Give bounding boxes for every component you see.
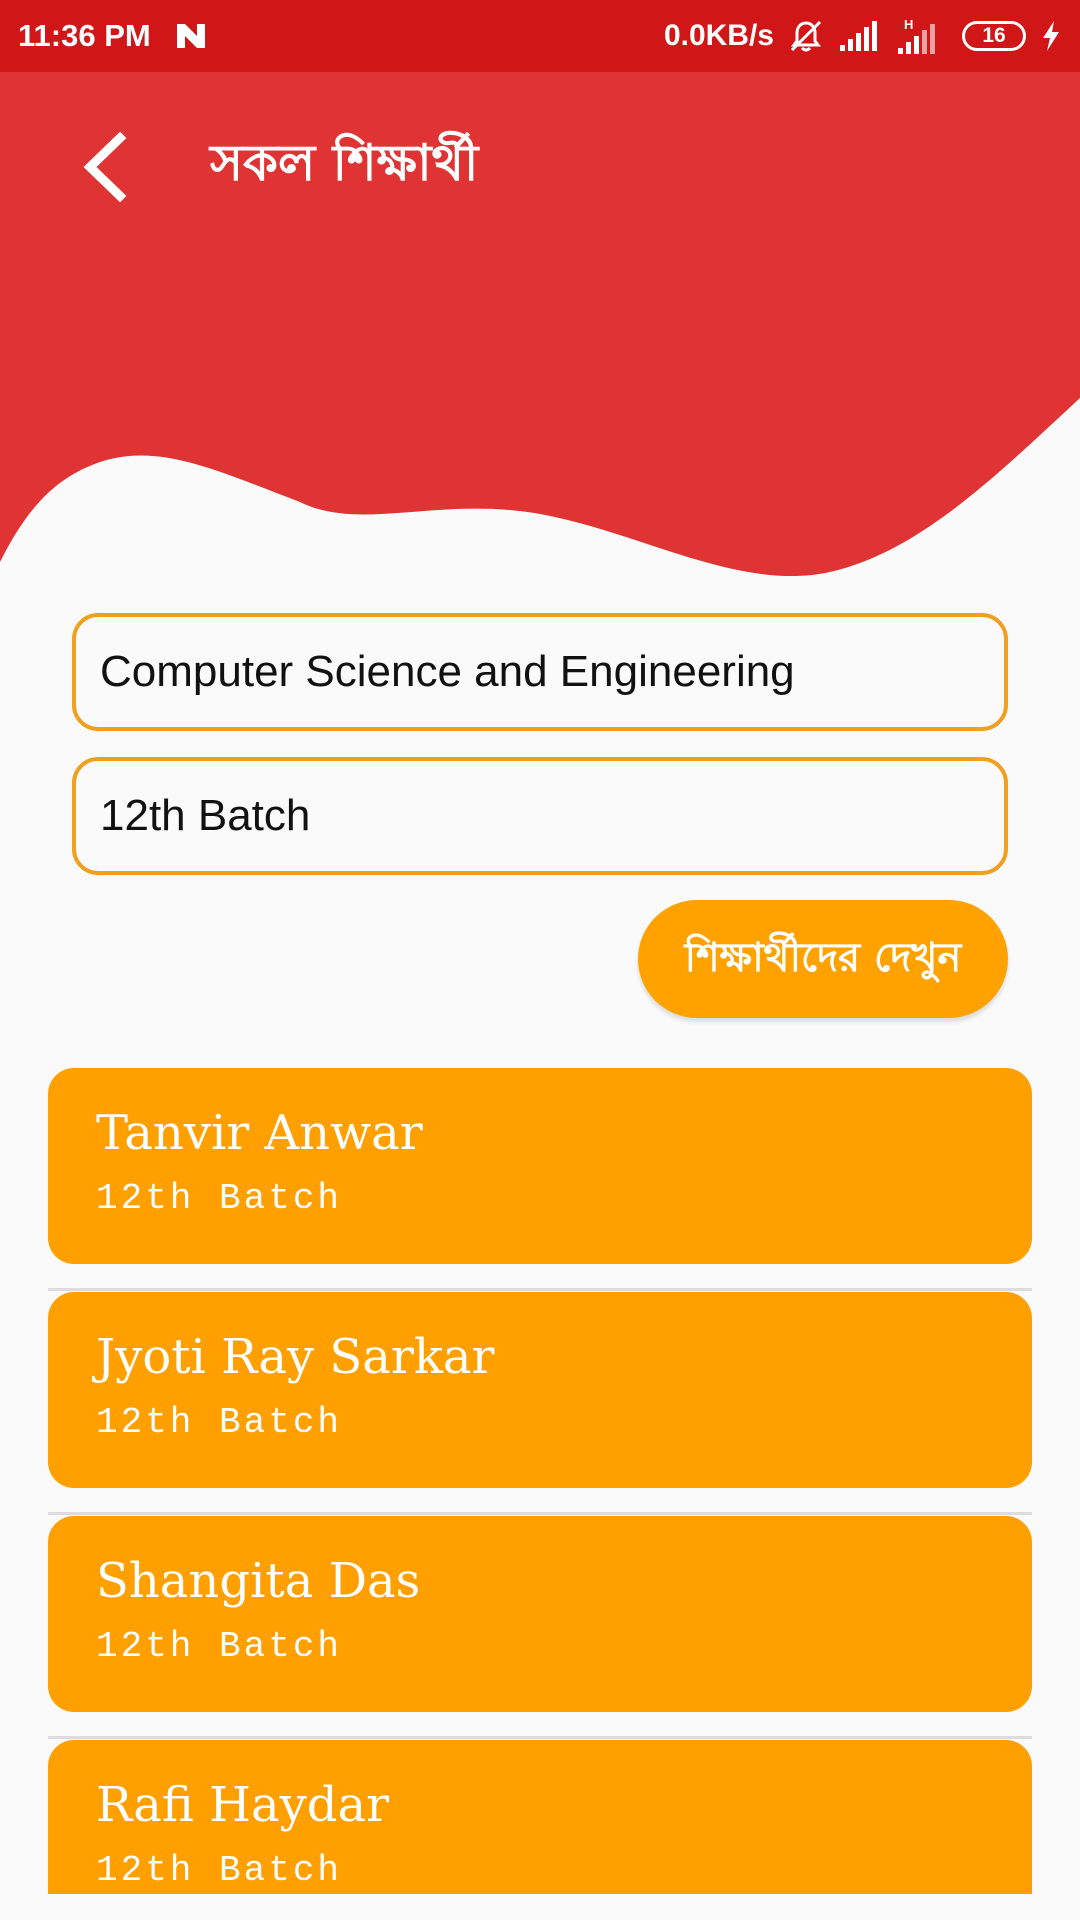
chevron-left-icon [83,132,127,202]
app-header: সকল শিক্ষার্থী [0,72,1080,582]
student-batch: 12th Batch [96,1402,343,1443]
batch-value: 12th Batch [100,791,311,840]
battery-icon: 16 [962,21,1026,51]
signal-icon [840,21,877,51]
list-divider [48,1512,1032,1515]
network-speed: 0.0KB/s [663,19,774,52]
student-batch: 12th Batch [96,1626,343,1667]
student-list: Tanvir Anwar 12th Batch Jyoti Ray Sarkar… [0,1068,1080,1894]
n-notification-icon [176,24,205,48]
page-title: সকল শিক্ষার্থী [210,132,479,192]
student-card[interactable]: Rafi Haydar 12th Batch [48,1740,1032,1894]
department-field[interactable]: Computer Science and Engineering [72,613,1008,731]
student-name: Jyoti Ray Sarkar [96,1329,495,1385]
list-divider [48,1288,1032,1291]
student-card[interactable]: Jyoti Ray Sarkar 12th Batch [48,1292,1032,1488]
status-indicators: 0.0KB/s H 16 [664,16,1062,56]
status-time: 11:36 PM [18,18,151,53]
batch-field[interactable]: 12th Batch [72,757,1008,875]
header-wave [0,72,1080,577]
student-name: Rafi Haydar [96,1777,390,1833]
student-card[interactable]: Tanvir Anwar 12th Batch [48,1068,1032,1264]
department-value: Computer Science and Engineering [100,647,795,696]
signal-h-icon: H [898,17,935,54]
view-students-button[interactable]: শিক্ষার্থীদের দেখুন [638,900,1008,1018]
charging-icon [1043,21,1059,51]
status-bar: 11:36 PM 0.0KB/s H 16 [0,0,1080,72]
battery-level: 16 [982,24,1006,47]
student-name: Shangita Das [96,1553,421,1609]
back-button[interactable] [70,122,140,212]
student-card[interactable]: Shangita Das 12th Batch [48,1516,1032,1712]
bell-muted-icon [790,20,822,52]
svg-text:H: H [904,17,913,32]
list-divider [48,1736,1032,1739]
student-name: Tanvir Anwar [96,1105,423,1161]
student-batch: 12th Batch [96,1850,343,1891]
student-batch: 12th Batch [96,1178,343,1219]
